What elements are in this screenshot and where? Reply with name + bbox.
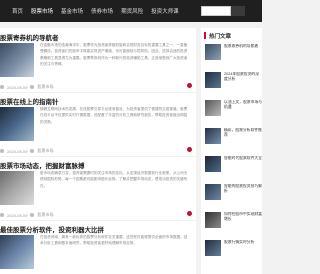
sidebar-item[interactable]: 如何在股市中实现财富增长	[205, 212, 262, 232]
article-date: 2024-05-09	[7, 148, 28, 154]
clock-icon	[0, 213, 4, 217]
sidebar-item-title[interactable]: 股票行情实时分析	[224, 240, 262, 256]
main-nav: 首页 股票市场 基金市场 债券市场 期货风险 投资大师课	[0, 0, 183, 22]
article-meta: 2024-05-09 股票市场	[0, 84, 53, 90]
article-item[interactable]: 股票在线上的指南针 随着互联网技术的发展，在线股票交易平台逐渐普及，为投资者提供…	[0, 96, 196, 154]
folder-icon	[30, 213, 35, 217]
article-item[interactable]: 股票市场动态，把握财富脉搏 股市动态瞬息万变，投资者需要时刻关注市场的变化。从宏…	[0, 160, 196, 218]
article-date: 2024-05-09	[7, 212, 28, 218]
article-excerpt: 在投资领域，拥有一款优秀的股票分析软件至关重要。这些软件能够提供全面的市场数据、…	[40, 235, 188, 246]
hot-badge-icon	[187, 211, 192, 216]
article-category[interactable]: 股票市场	[37, 84, 53, 90]
article-title[interactable]: 股票在线上的指南针	[0, 96, 59, 106]
nav-item-home[interactable]: 首页	[8, 7, 27, 15]
folder-icon	[30, 149, 35, 153]
sidebar-item-thumbnail[interactable]	[205, 128, 221, 144]
sidebar-item-title[interactable]: 2024年股票投资的深度分析	[224, 72, 262, 88]
sidebar-item-title[interactable]: 智能的股票投资技巧解析	[224, 184, 262, 200]
article-category[interactable]: 股票市场	[37, 148, 53, 154]
hot-badge-icon	[187, 147, 192, 152]
article-meta: 2024-05-09 股票市场	[0, 148, 53, 154]
sidebar-item[interactable]: 智能的股票投资技巧解析	[205, 184, 262, 204]
article-excerpt: 随着互联网技术的发展，在线股票交易平台逐渐普及，为投资者提供了便捷的交易渠道。股…	[40, 107, 188, 124]
sidebar-hot-articles: 热门文章 股票收券机的导航者 2024年股票投资的深度分析 以油上文，股票市场与…	[201, 28, 262, 274]
article-meta: 2024-05-09 股票市场	[0, 212, 53, 218]
sidebar-item-title[interactable]: 如何在股市中实现财富增长	[224, 212, 262, 228]
nav-item-fund-market[interactable]: 基金市场	[57, 7, 87, 15]
sidebar-item[interactable]: 股票收券机的导航者	[205, 44, 262, 64]
article-title[interactable]: 股票寄券机的导航者	[0, 32, 59, 42]
nav-item-stock-market[interactable]: 股票市场	[27, 7, 57, 15]
sidebar-item[interactable]: 以油上文，股票市场与机遇	[205, 100, 262, 120]
clock-icon	[0, 85, 4, 89]
article-title[interactable]: 股票市场动态，把握财富脉搏	[0, 160, 85, 170]
sidebar-item-thumbnail[interactable]	[205, 156, 221, 172]
divider	[0, 92, 196, 93]
article-excerpt: 在金融市场的浩瀚海洋中，股票作为投资者获取财富和实现财务目标的重要工具之一，一直…	[40, 43, 188, 67]
divider	[0, 156, 196, 157]
sidebar-item-thumbnail[interactable]	[205, 240, 221, 256]
article-category[interactable]: 股票市场	[37, 212, 53, 218]
article-thumbnail[interactable]	[0, 171, 34, 205]
nav-item-bond-market[interactable]: 债券市场	[87, 7, 117, 15]
sidebar-item-thumbnail[interactable]	[205, 72, 221, 88]
sidebar-item-title[interactable]: 智能时代股票软件大全	[224, 156, 262, 172]
article-item[interactable]: 股票寄券机的导航者 在金融市场的浩瀚海洋中，股票作为投资者获取财富和实现财务目标…	[0, 32, 196, 90]
sidebar-title: 热门文章	[209, 34, 232, 40]
article-excerpt: 股市动态瞬息万变，投资者需要时刻关注市场的变化。从宏观经济数据到行业政策，从公司…	[40, 171, 188, 188]
sidebar-item[interactable]: 智能时代股票软件大全	[205, 156, 262, 176]
top-navigation-bar: 首页 股票市场 基金市场 债券市场 期货风险 投资大师课	[0, 0, 262, 22]
article-item[interactable]: 最佳股票分析软件，投资利器大比拼 在投资领域，拥有一款优秀的股票分析软件至关重要…	[0, 224, 196, 274]
sidebar-item-title[interactable]: 股票收券机的导航者	[224, 44, 262, 60]
sidebar-item-thumbnail[interactable]	[205, 100, 221, 116]
article-thumbnail[interactable]	[0, 235, 34, 269]
search-button[interactable]	[231, 6, 245, 16]
nav-item-master-class[interactable]: 投资大师课	[147, 7, 183, 15]
article-date: 2024-05-09	[7, 84, 28, 90]
article-thumbnail[interactable]	[0, 43, 34, 77]
sidebar-item-title[interactable]: 以油上文，股票市场与机遇	[224, 100, 262, 116]
hot-badge-icon	[187, 83, 192, 88]
article-thumbnail[interactable]	[0, 107, 34, 141]
nav-item-futures-risk[interactable]: 期货风险	[117, 7, 147, 15]
search-input[interactable]	[201, 6, 231, 16]
folder-icon	[30, 85, 35, 89]
sidebar-item-thumbnail[interactable]	[205, 44, 221, 60]
article-list: 股票寄券机的导航者 在金融市场的浩瀚海洋中，股票作为投资者获取财富和实现财务目标…	[0, 28, 196, 274]
sidebar-item[interactable]: 2024年股票投资的深度分析	[205, 72, 262, 92]
sidebar-item[interactable]: 股票行情实时分析	[205, 240, 262, 260]
clock-icon	[0, 149, 4, 153]
sidebar-title-accent	[204, 32, 206, 39]
sidebar-item-thumbnail[interactable]	[205, 212, 221, 228]
sidebar-item-title[interactable]: 精彩，股票分析软件推荐	[224, 128, 262, 144]
article-title[interactable]: 最佳股票分析软件，投资利器大比拼	[0, 224, 104, 234]
sidebar-item-thumbnail[interactable]	[205, 184, 221, 200]
sidebar-item[interactable]: 精彩，股票分析软件推荐	[205, 128, 262, 148]
divider	[0, 220, 196, 221]
